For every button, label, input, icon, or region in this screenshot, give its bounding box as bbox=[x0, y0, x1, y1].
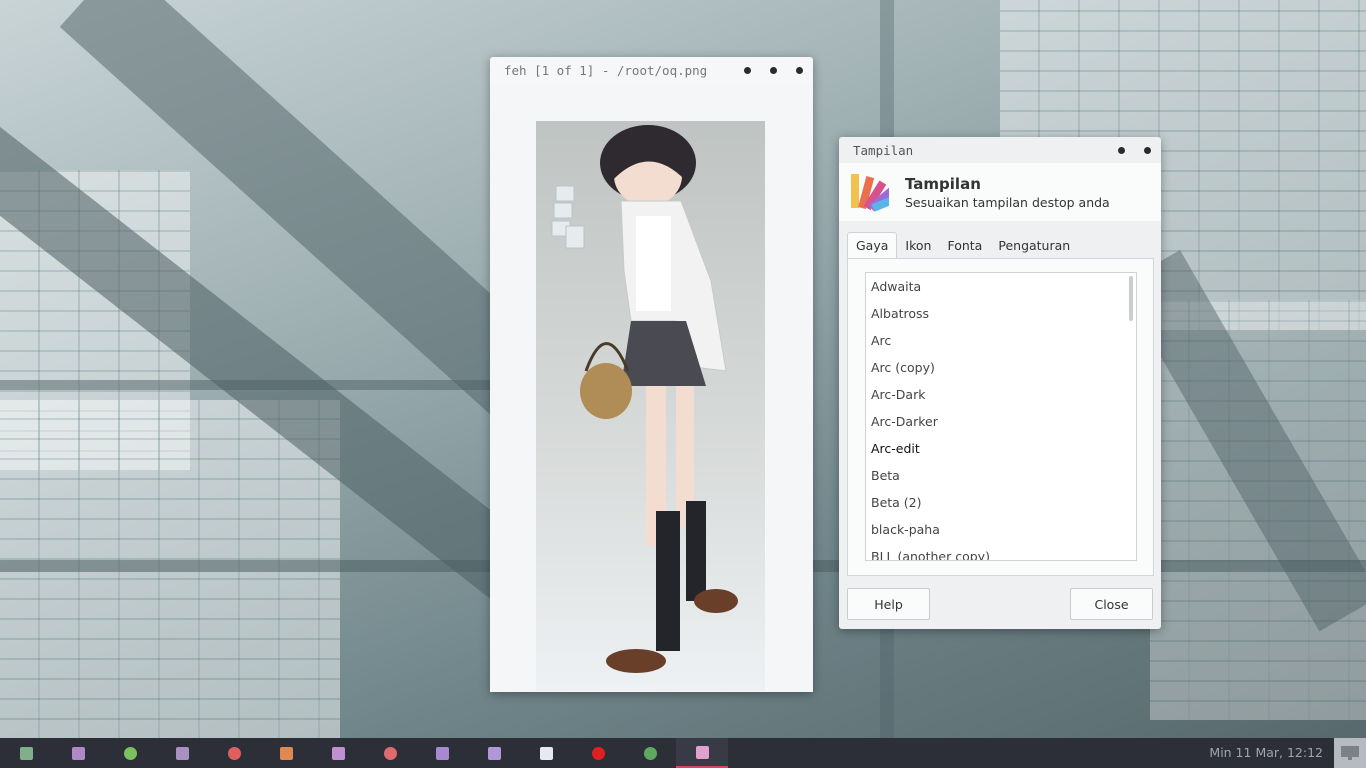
taskbar-app-button[interactable] bbox=[520, 738, 572, 768]
style-panel: Adwaita Albatross Arc Arc (copy) Arc-Dar… bbox=[847, 258, 1154, 576]
folder-icon bbox=[487, 746, 501, 760]
text-editor-icon bbox=[71, 746, 85, 760]
anime-girl-image bbox=[536, 121, 765, 691]
header-subtitle: Sesuaikan tampilan destop anda bbox=[905, 194, 1110, 210]
list-item[interactable]: Albatross bbox=[866, 300, 1136, 327]
minimize-button[interactable] bbox=[744, 66, 751, 74]
taskbar-app-button[interactable] bbox=[312, 738, 364, 768]
appearance-icon bbox=[695, 745, 709, 759]
list-item[interactable]: black-paha bbox=[866, 516, 1136, 543]
tab-gaya[interactable]: Gaya bbox=[847, 232, 898, 258]
header-title: Tampilan bbox=[905, 174, 981, 193]
appearance-header: Tampilan Sesuaikan tampilan destop anda bbox=[839, 163, 1161, 221]
close-button[interactable] bbox=[796, 66, 803, 74]
list-item[interactable]: Arc (copy) bbox=[866, 354, 1136, 381]
tab-pengaturan[interactable]: Pengaturan bbox=[990, 233, 1078, 258]
taskbar-app-button[interactable] bbox=[468, 738, 520, 768]
taskbar-app-button[interactable] bbox=[624, 738, 676, 768]
clock[interactable]: Min 11 Mar, 12:12 bbox=[1209, 738, 1323, 768]
network-icon bbox=[123, 746, 137, 760]
presentation-icon bbox=[279, 746, 293, 760]
taskbar-app-button[interactable] bbox=[104, 738, 156, 768]
list-item[interactable]: Beta bbox=[866, 462, 1136, 489]
maximize-button[interactable] bbox=[1118, 146, 1125, 154]
list-item[interactable]: Beta (2) bbox=[866, 489, 1136, 516]
monitor-icon bbox=[1341, 746, 1359, 760]
list-item[interactable]: Adwaita bbox=[866, 273, 1136, 300]
taskbar: Min 11 Mar, 12:12 bbox=[0, 738, 1366, 768]
monitor-icon bbox=[227, 746, 241, 760]
tab-fonta[interactable]: Fonta bbox=[939, 233, 990, 258]
opera-icon bbox=[591, 746, 605, 760]
theme-list[interactable]: Adwaita Albatross Arc Arc (copy) Arc-Dar… bbox=[865, 272, 1137, 561]
close-button[interactable] bbox=[1144, 146, 1151, 154]
appearance-titlebar[interactable]: Tampilan bbox=[839, 137, 1161, 163]
list-item[interactable]: Arc bbox=[866, 327, 1136, 354]
maximize-button[interactable] bbox=[770, 66, 777, 74]
document-icon bbox=[175, 746, 189, 760]
files-icon bbox=[539, 746, 553, 760]
taskbar-app-button[interactable] bbox=[156, 738, 208, 768]
appearance-window-title: Tampilan bbox=[853, 142, 914, 158]
file-manager-icon bbox=[19, 746, 33, 760]
help-button[interactable]: Help bbox=[847, 588, 930, 620]
list-item[interactable]: Arc-Dark bbox=[866, 381, 1136, 408]
feh-titlebar[interactable]: feh [1 of 1] - /root/oq.png bbox=[490, 57, 813, 83]
list-item-selected[interactable]: Arc-edit bbox=[866, 435, 1136, 462]
taskbar-app-button[interactable] bbox=[416, 738, 468, 768]
show-desktop-button[interactable] bbox=[1334, 738, 1366, 768]
feh-window[interactable]: feh [1 of 1] - /root/oq.png bbox=[490, 57, 813, 692]
color-palette-icon bbox=[849, 172, 899, 212]
taskbar-app-button[interactable] bbox=[260, 738, 312, 768]
taskbar-app-button[interactable] bbox=[364, 738, 416, 768]
taskbar-app-button[interactable] bbox=[572, 738, 624, 768]
taskbar-app-button[interactable] bbox=[676, 738, 728, 768]
taskbar-app-button[interactable] bbox=[0, 738, 52, 768]
image-viewer-icon bbox=[643, 746, 657, 760]
taskbar-app-button[interactable] bbox=[208, 738, 260, 768]
close-app-icon bbox=[383, 746, 397, 760]
list-item[interactable]: Arc-Darker bbox=[866, 408, 1136, 435]
list-item[interactable]: BLL (another copy) bbox=[866, 543, 1136, 560]
tab-ikon[interactable]: Ikon bbox=[897, 233, 939, 258]
list-scrollbar[interactable] bbox=[1129, 276, 1133, 321]
taskbar-app-button[interactable] bbox=[52, 738, 104, 768]
close-dialog-button[interactable]: Close bbox=[1070, 588, 1153, 620]
arch-icon bbox=[331, 746, 345, 760]
feh-window-title: feh [1 of 1] - /root/oq.png bbox=[504, 62, 708, 78]
feather-icon bbox=[435, 746, 449, 760]
tab-bar: Gaya Ikon Fonta Pengaturan bbox=[847, 232, 1078, 258]
image-canvas[interactable] bbox=[490, 83, 813, 692]
appearance-window[interactable]: Tampilan Tampilan Sesuaikan tampilan des… bbox=[839, 137, 1161, 629]
